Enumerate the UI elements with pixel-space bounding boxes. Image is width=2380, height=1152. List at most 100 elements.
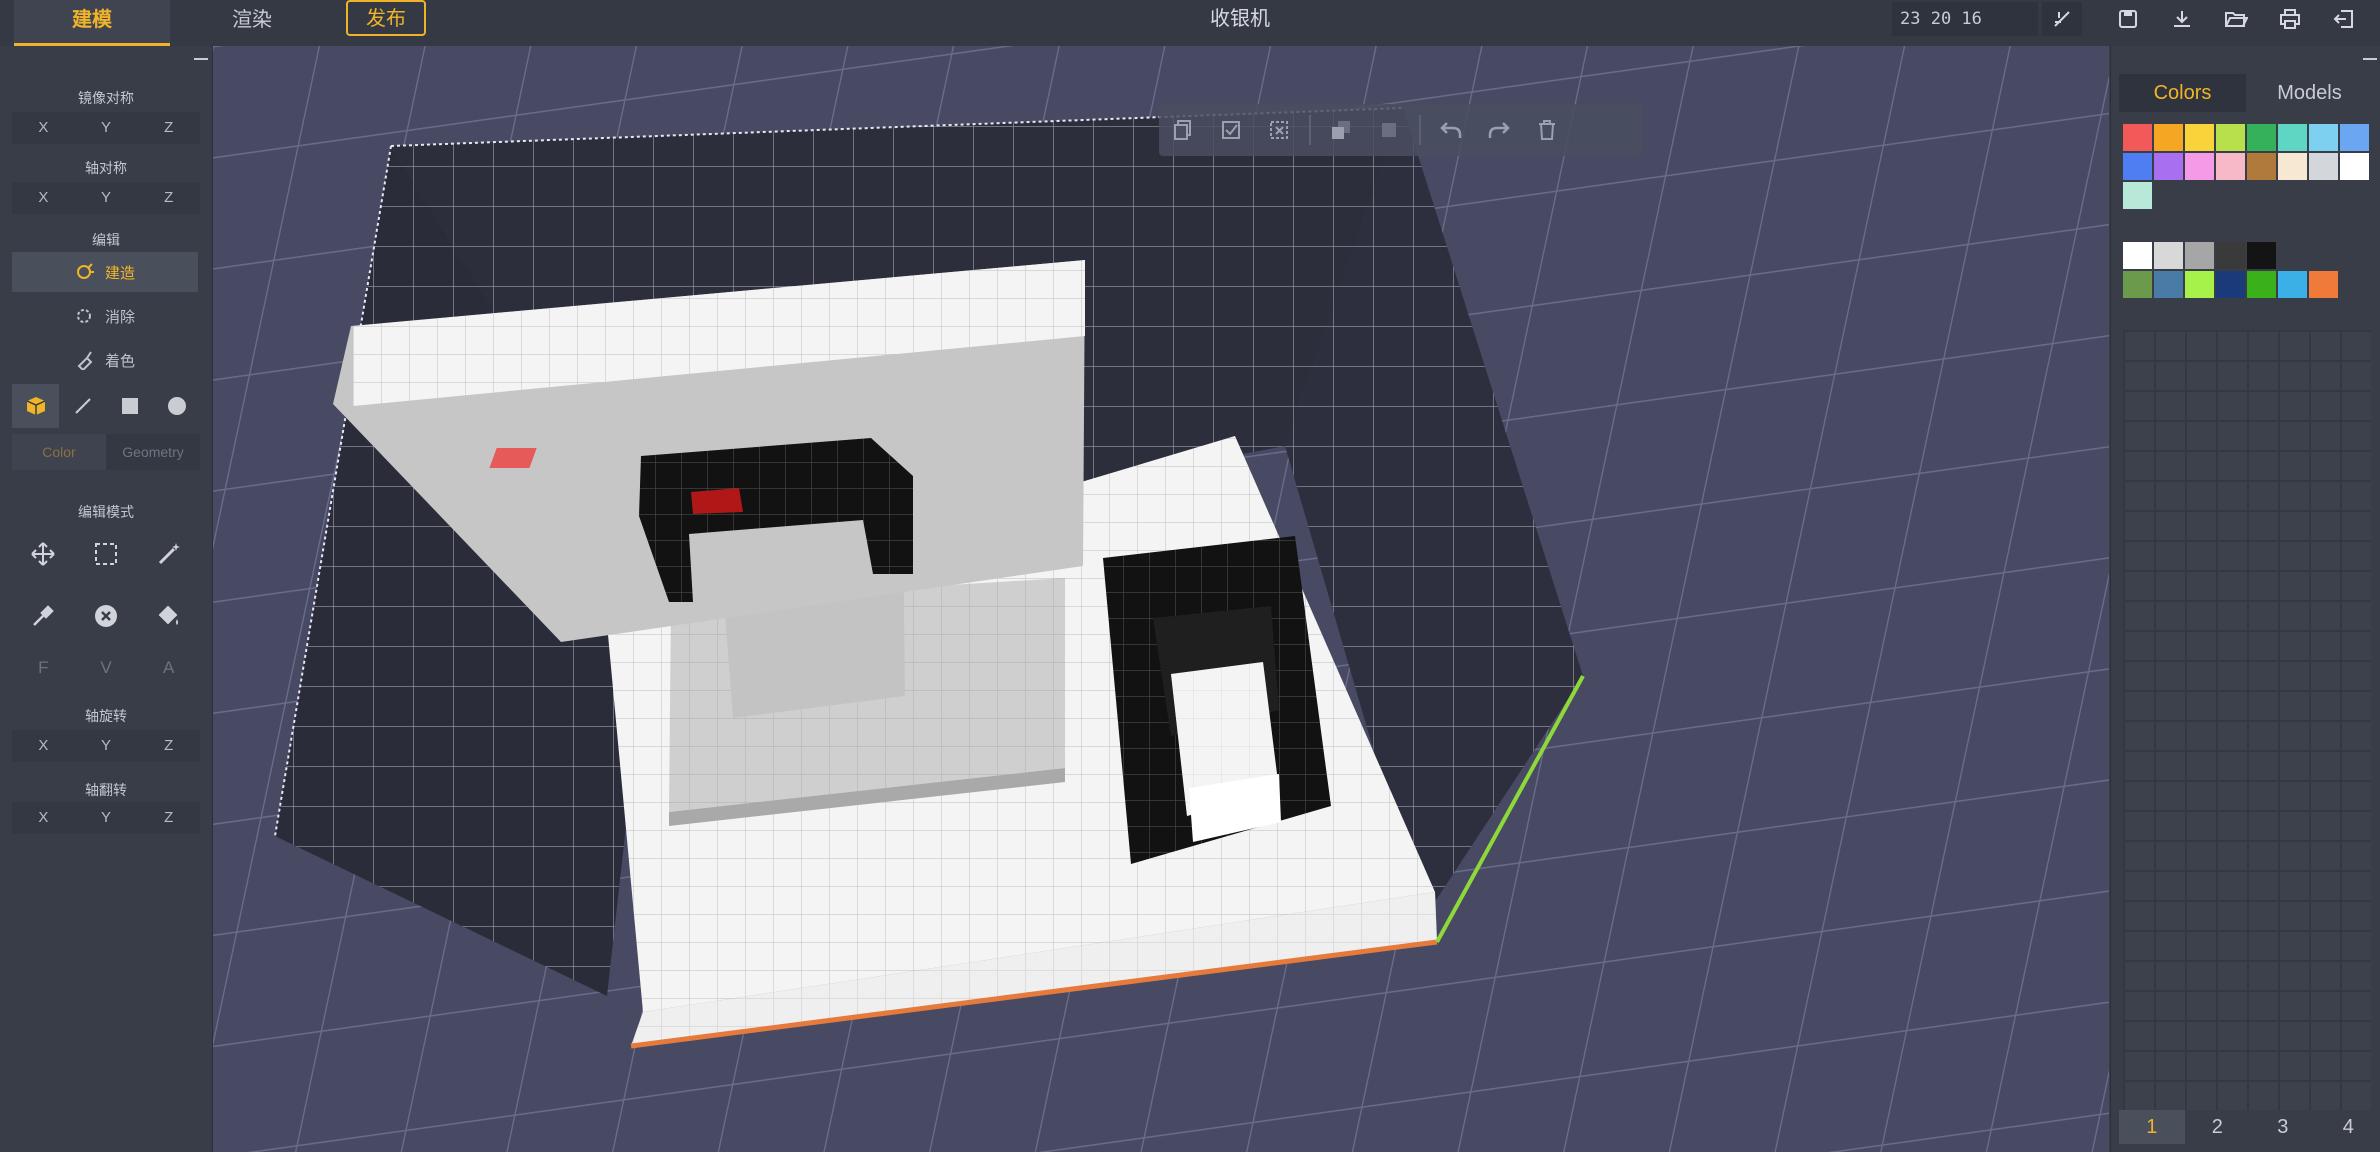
color-swatch[interactable]	[2154, 271, 2183, 298]
color-swatch[interactable]	[2123, 124, 2152, 151]
color-swatch[interactable]	[2216, 124, 2245, 151]
flip-y-button[interactable]: Y	[75, 802, 138, 834]
color-swatch[interactable]	[2309, 153, 2338, 180]
dimensions-field[interactable]: 23 20 16	[1892, 2, 2038, 36]
color-swatch	[2278, 242, 2307, 269]
download-icon[interactable]	[2162, 2, 2202, 36]
axis-y-button[interactable]: Y	[75, 182, 138, 214]
rotate-y-button[interactable]: Y	[75, 730, 138, 762]
recent-colors	[2123, 242, 2369, 298]
color-swatch[interactable]	[2185, 242, 2214, 269]
redo-button[interactable]	[1475, 110, 1523, 150]
page-button[interactable]: 1	[2119, 1110, 2185, 1144]
tab-render[interactable]: 渲染	[200, 0, 304, 46]
undo-button[interactable]	[1427, 110, 1475, 150]
color-swatch[interactable]	[2123, 271, 2152, 298]
a-button[interactable]: A	[137, 658, 200, 678]
top-bar: 建模 渲染 发布 收银机 23 20 16	[0, 0, 2380, 46]
erase-tool-button[interactable]: 消除	[12, 296, 198, 336]
f-button[interactable]: F	[12, 658, 75, 678]
exit-icon[interactable]	[2324, 2, 2364, 36]
collapse-left-panel-icon[interactable]	[194, 58, 208, 60]
color-swatch[interactable]	[2278, 153, 2307, 180]
save-icon[interactable]	[2108, 2, 2148, 36]
circle-shape-button[interactable]	[153, 384, 200, 428]
flip-z-button[interactable]: Z	[137, 802, 200, 834]
select-all-button[interactable]	[1207, 110, 1255, 150]
color-swatch[interactable]	[2216, 153, 2245, 180]
axis-x-button[interactable]: X	[12, 182, 75, 214]
voxel-scene[interactable]	[213, 46, 2109, 1152]
tab-color[interactable]: Color	[12, 434, 106, 470]
color-swatch[interactable]	[2247, 153, 2276, 180]
color-swatch[interactable]	[2154, 153, 2183, 180]
color-swatch[interactable]	[2309, 124, 2338, 151]
flip-x-button[interactable]: X	[12, 802, 75, 834]
publish-button[interactable]: 发布	[346, 0, 426, 36]
copy-button[interactable]	[1159, 110, 1207, 150]
color-swatch[interactable]	[2123, 242, 2152, 269]
axis-rotate-title: 轴旋转	[85, 708, 127, 724]
color-swatch[interactable]	[2185, 153, 2214, 180]
build-tool-button[interactable]: 建造	[12, 252, 198, 292]
color-swatch[interactable]	[2216, 242, 2245, 269]
delete-button[interactable]	[1523, 110, 1571, 150]
color-swatch[interactable]	[2123, 153, 2152, 180]
merge-button[interactable]	[1365, 110, 1413, 150]
mirror-y-button[interactable]: Y	[75, 112, 138, 144]
rect-shape-button[interactable]	[106, 384, 153, 428]
checkbox-icon	[1222, 121, 1240, 139]
deselect-button[interactable]	[1255, 110, 1303, 150]
color-swatch[interactable]	[2123, 182, 2152, 209]
open-folder-icon[interactable]	[2216, 2, 2256, 36]
deselect-icon	[1270, 121, 1288, 139]
color-swatch[interactable]	[2309, 271, 2338, 298]
rotate-x-button[interactable]: X	[12, 730, 75, 762]
color-swatch[interactable]	[2340, 124, 2369, 151]
3d-viewport[interactable]	[213, 46, 2109, 1152]
color-swatch[interactable]	[2247, 271, 2276, 298]
color-swatch[interactable]	[2185, 124, 2214, 151]
color-swatch[interactable]	[2216, 271, 2245, 298]
color-swatch[interactable]	[2154, 242, 2183, 269]
page-button[interactable]: 2	[2185, 1110, 2251, 1144]
mirror-z-button[interactable]: Z	[137, 112, 200, 144]
move-tool-button[interactable]	[12, 526, 75, 582]
print-icon[interactable]	[2270, 2, 2310, 36]
color-swatch[interactable]	[2278, 124, 2307, 151]
color-palette	[2123, 124, 2369, 209]
color-swatch[interactable]	[2278, 271, 2307, 298]
tab-geometry[interactable]: Geometry	[106, 434, 200, 470]
v-button[interactable]: V	[75, 658, 138, 678]
tab-models[interactable]: Models	[2246, 74, 2373, 112]
axis-z-button[interactable]: Z	[137, 182, 200, 214]
color-swatch[interactable]	[2185, 271, 2214, 298]
trash-icon	[1539, 120, 1555, 140]
color-swatch[interactable]	[2247, 124, 2276, 151]
color-swatch[interactable]	[2154, 124, 2183, 151]
color-swatch[interactable]	[2340, 153, 2369, 180]
fill-bucket-button[interactable]	[137, 588, 200, 644]
eyedropper-button[interactable]	[12, 588, 75, 644]
tab-colors[interactable]: Colors	[2119, 74, 2246, 112]
collapse-right-panel-icon[interactable]	[2363, 58, 2377, 60]
page-button[interactable]: 3	[2250, 1110, 2316, 1144]
measure-icon[interactable]	[2042, 2, 2082, 36]
toolbar-divider	[1309, 115, 1311, 145]
page-button[interactable]: 4	[2316, 1110, 2380, 1144]
line-shape-button[interactable]	[59, 384, 106, 428]
rotate-z-button[interactable]: Z	[137, 730, 200, 762]
paint-tool-button[interactable]: 着色	[12, 340, 198, 380]
tab-build[interactable]: 建模	[14, 0, 170, 46]
select-tool-button[interactable]	[75, 526, 138, 582]
magic-wand-button[interactable]	[137, 526, 200, 582]
voxel-shape-button[interactable]	[12, 384, 59, 428]
color-swatch[interactable]	[2247, 242, 2276, 269]
custom-palette-grid[interactable]	[2123, 330, 2371, 1110]
paint-brush-icon	[77, 351, 93, 370]
duplicate-button[interactable]	[1317, 110, 1365, 150]
clear-button[interactable]	[75, 588, 138, 644]
mirror-x-button[interactable]: X	[12, 112, 75, 144]
palette-tabs: Colors Models	[2119, 74, 2373, 112]
color-swatch	[2340, 242, 2369, 269]
